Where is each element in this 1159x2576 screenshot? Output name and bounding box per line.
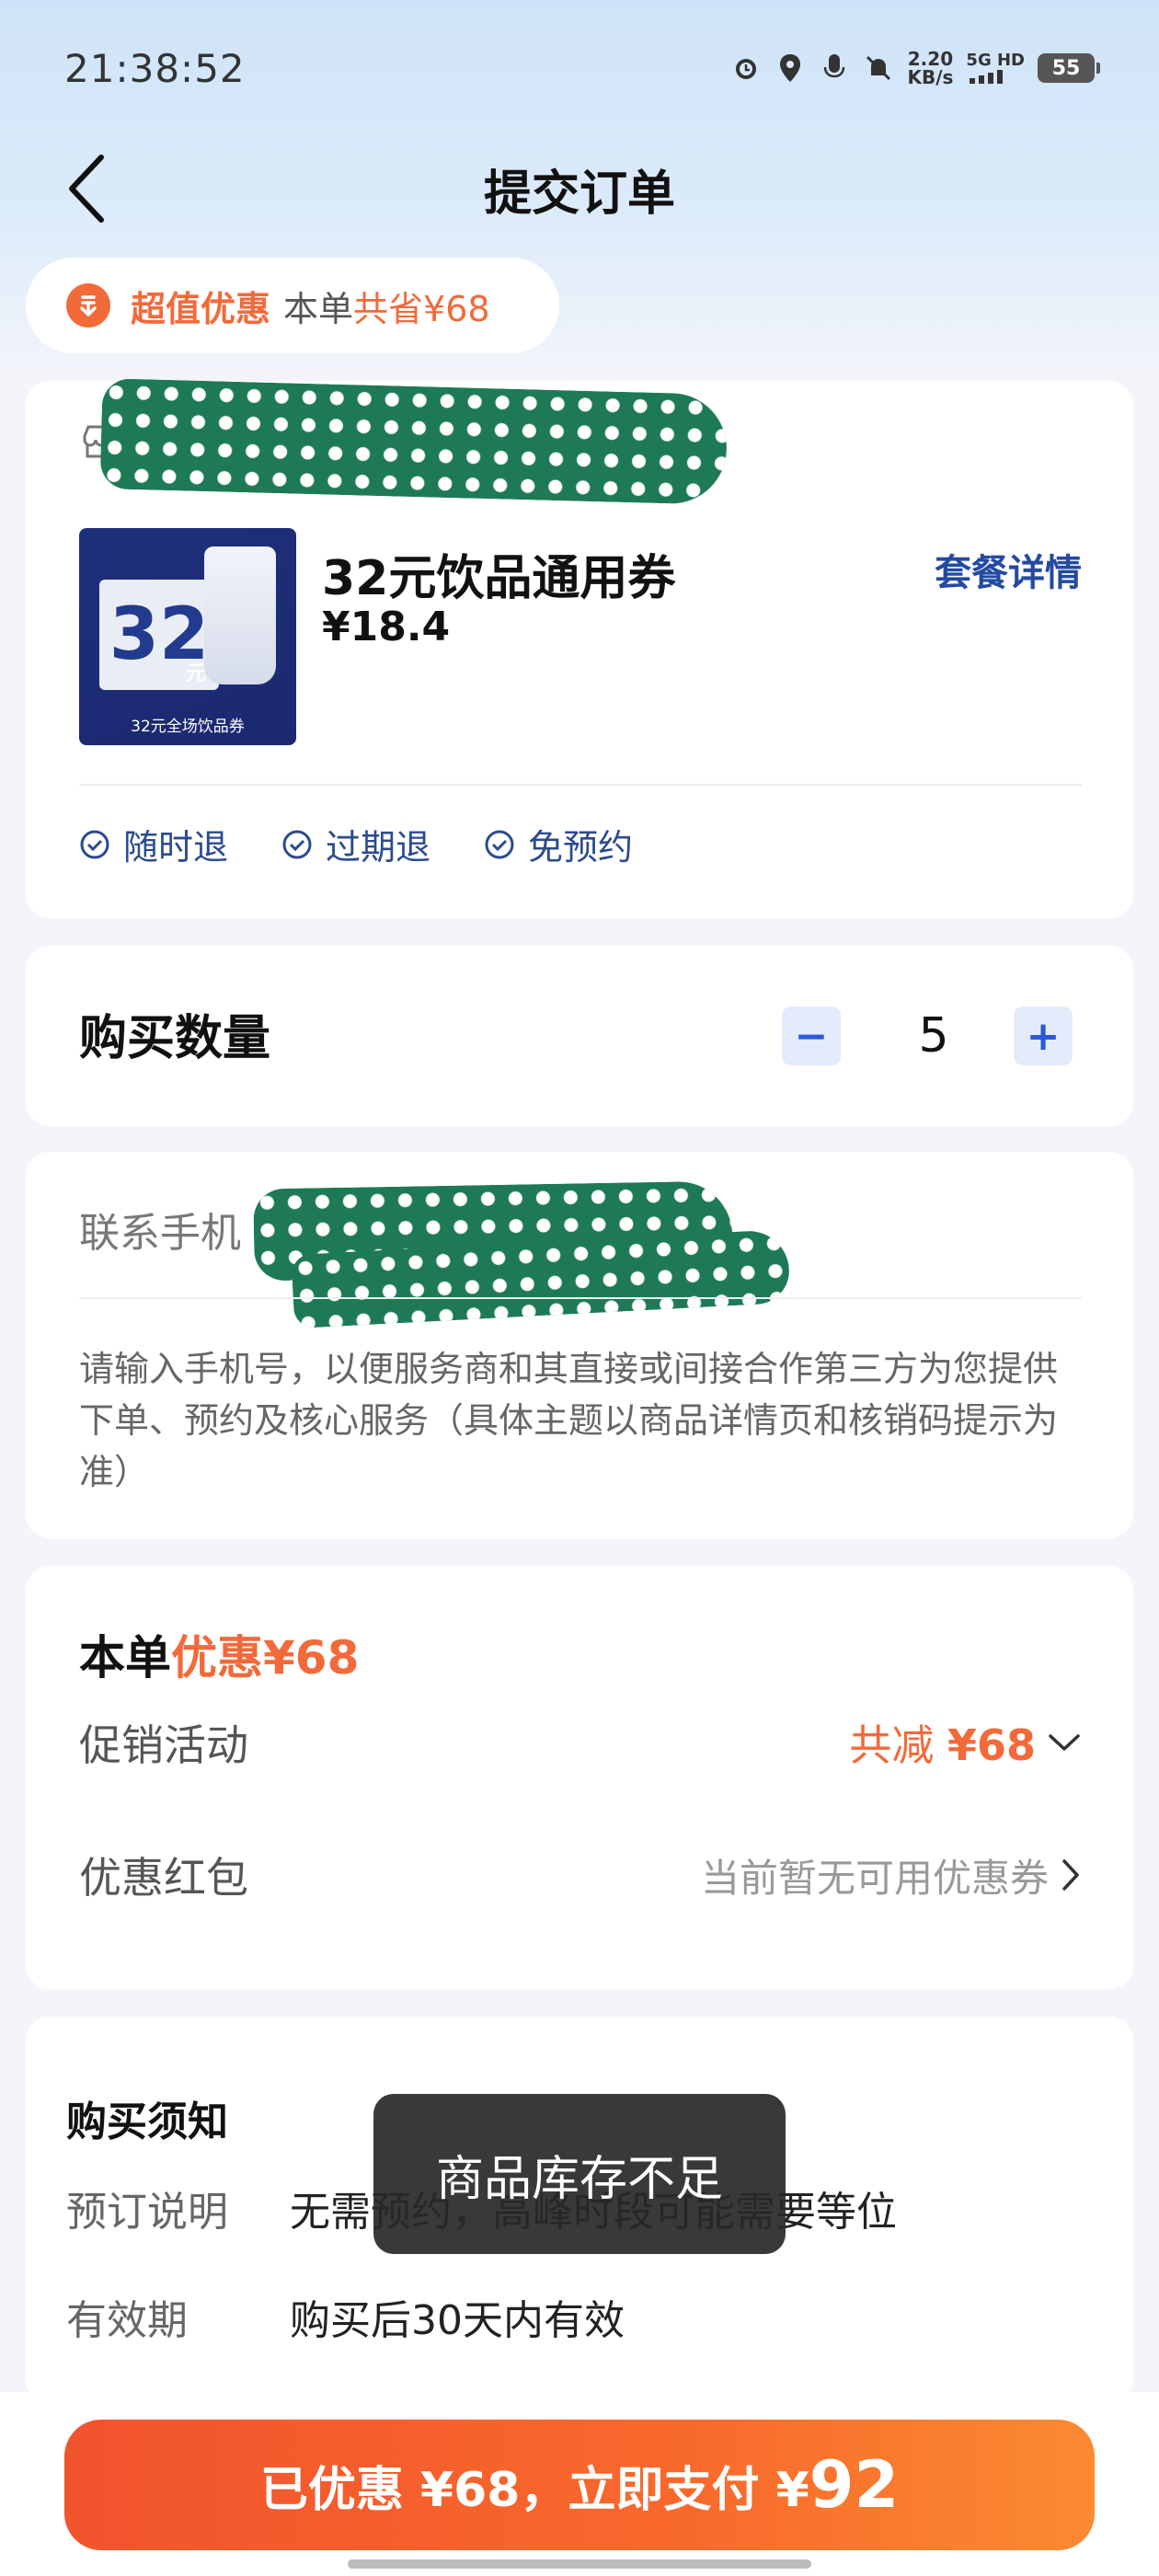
check-circle-icon xyxy=(485,830,514,858)
product-title: 32元饮品通用券 xyxy=(322,551,676,606)
home-indicator[interactable] xyxy=(348,2559,811,2569)
page-title: 提交订单 xyxy=(483,167,675,222)
tag-refund-expired: 过期退 xyxy=(281,819,430,869)
quantity-label: 购买数量 xyxy=(79,1011,271,1066)
notice-title: 购买须知 xyxy=(66,2099,228,2145)
status-time: 21:38:52 xyxy=(64,46,246,91)
promotion-value: 共减 ¥68 xyxy=(849,1720,1036,1770)
chevron-right-icon xyxy=(1062,1859,1079,1891)
promotion-label: 促销活动 xyxy=(79,1720,248,1770)
quantity-increase-button[interactable]: + xyxy=(1014,1006,1073,1065)
pay-now-button[interactable]: 已优惠 ¥68，立即支付 ¥92 xyxy=(64,2420,1095,2550)
check-circle-icon xyxy=(80,830,109,858)
mute-bell-icon xyxy=(863,52,894,84)
savings-text: 本单 xyxy=(283,288,354,329)
signal-indicator: 5G HD xyxy=(966,52,1025,84)
check-circle-icon xyxy=(282,830,312,858)
coupon-value: 当前暂无可用优惠券 xyxy=(700,1855,1049,1901)
alarm-icon xyxy=(730,52,762,84)
coffee-cup-graphic xyxy=(204,546,276,684)
pay-button-label: 已优惠 ¥68，立即支付 ¥ xyxy=(259,2462,809,2518)
divider xyxy=(79,1297,1082,1299)
signal-bars-icon xyxy=(970,70,1004,84)
divider xyxy=(79,784,1082,786)
discount-card: 本单优惠¥68 促销活动 共减 ¥68 优惠红包 当前暂无可用优惠券 xyxy=(26,1566,1133,1989)
battery-indicator: 55 xyxy=(1038,53,1100,83)
tag-no-reservation: 免预约 xyxy=(484,819,633,869)
savings-amount: 共省¥68 xyxy=(353,288,490,329)
quantity-decrease-button[interactable]: − xyxy=(782,1006,841,1065)
status-icons: 2.20 KB/s 5G HD 55 xyxy=(730,48,1100,88)
contact-card: 联系手机 请输入手机号，以便服务商和其直接或间接合作第三方为您提供下单、预约及核… xyxy=(26,1152,1133,1538)
product-image-caption: 32元全场饮品券 xyxy=(131,718,245,736)
product-price: ¥18.4 xyxy=(322,604,451,650)
microphone-icon xyxy=(819,52,850,84)
service-tags: 随时退 过期退 免预约 xyxy=(79,819,633,869)
savings-label: 超值优惠 xyxy=(131,288,271,329)
discount-title: 本单优惠¥68 xyxy=(79,1631,360,1685)
product-image-unit: 元 xyxy=(186,662,207,685)
coupon-label: 优惠红包 xyxy=(79,1853,248,1903)
location-icon xyxy=(775,52,806,84)
promotion-row[interactable]: 促销活动 共减 ¥68 xyxy=(79,1706,1082,1779)
quantity-card: 购买数量 − 5 + xyxy=(26,946,1133,1126)
contact-phone-label: 联系手机 xyxy=(79,1210,241,1257)
status-bar: 21:38:52 2.20 KB/s 5G HD 55 xyxy=(0,0,1159,138)
redaction-scribble xyxy=(99,378,729,505)
toast-message: 商品库存不足 xyxy=(373,2094,786,2254)
discount-arrow-icon xyxy=(66,283,110,328)
savings-banner: 超值优惠 本单 共省¥68 xyxy=(26,258,559,353)
chevron-down-icon xyxy=(1049,1734,1080,1751)
pay-amount: 92 xyxy=(809,2447,900,2523)
product-image: 32 元 32元全场饮品券 xyxy=(79,528,296,745)
coupon-row[interactable]: 优惠红包 当前暂无可用优惠券 xyxy=(79,1838,1082,1912)
tag-refund-anytime: 随时退 xyxy=(79,819,228,869)
product-card: 瑞 32 元 32元全场饮品券 32元饮品通用券 ¥18.4 套餐详情 随时退 … xyxy=(26,378,1133,918)
package-details-link[interactable]: 套餐详情 xyxy=(935,543,1082,596)
quantity-value: 5 xyxy=(918,1008,949,1064)
network-type: 5G HD xyxy=(966,51,1025,70)
network-speed: 2.20 KB/s xyxy=(907,48,954,88)
notice-row: 有效期 购买后30天内有效 xyxy=(66,2297,625,2344)
contact-note: 请输入手机号，以便服务商和其直接或间接合作第三方为您提供下单、预约及核心服务（具… xyxy=(79,1349,1059,1492)
